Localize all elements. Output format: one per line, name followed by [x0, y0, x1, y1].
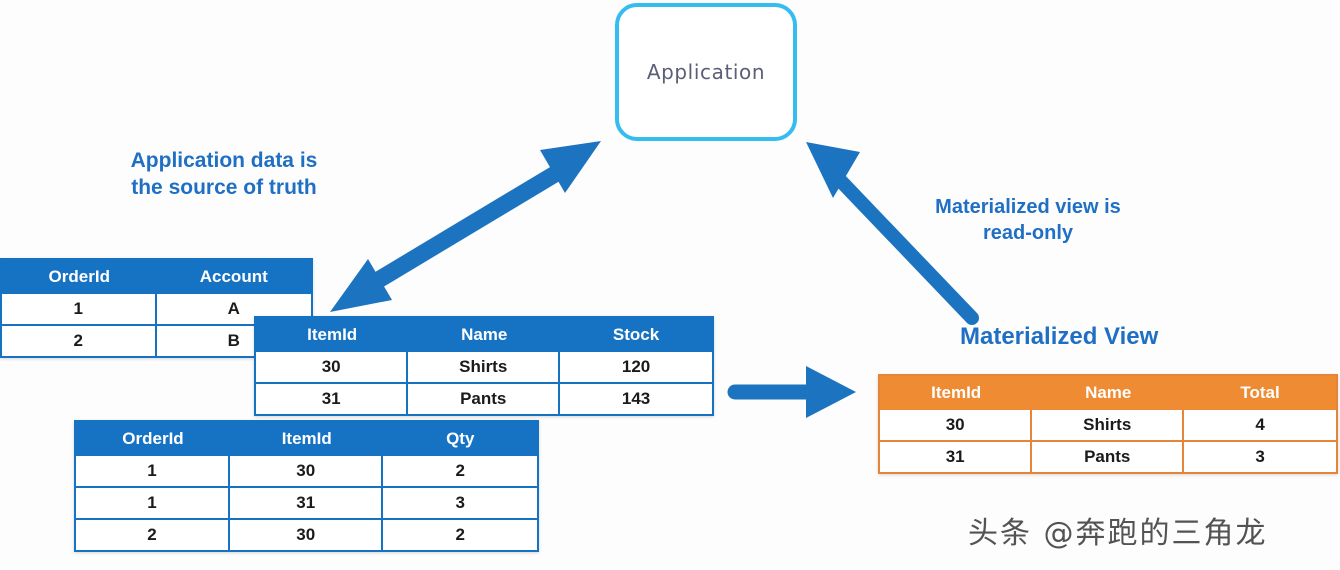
table-materialized-view-header-cell: Name — [1032, 376, 1185, 410]
table-items-header-cell: Stock — [560, 318, 712, 352]
table-cell: 31 — [229, 488, 384, 520]
table-cell: 1 — [76, 488, 230, 520]
table-materialized-view: ItemId Name Total 30 Shirts 4 31 Pants 3 — [878, 374, 1338, 474]
table-cell: 30 — [229, 520, 384, 550]
table-cell: 30 — [256, 352, 409, 384]
table-cell: 2 — [76, 520, 230, 550]
application-label: Application — [646, 60, 766, 84]
table-materialized-view-header-cell: Total — [1184, 376, 1336, 410]
table-orders-header-row: OrderId Account — [2, 260, 311, 294]
diagram-canvas: Application Application data is the sour… — [0, 0, 1340, 570]
arrow-app-to-source-tables — [330, 141, 601, 312]
table-cell: 3 — [1184, 442, 1336, 472]
table-row: 31 Pants 3 — [880, 442, 1336, 472]
caption-mv-read-only: Materialized view is read-only — [935, 196, 1121, 244]
table-cell: Pants — [408, 384, 561, 414]
table-cell: 120 — [560, 352, 712, 384]
table-orders-header-cell: OrderId — [2, 260, 157, 294]
table-cell: 3 — [383, 488, 537, 520]
table-cell: Shirts — [408, 352, 561, 384]
table-cell: 2 — [383, 520, 537, 550]
table-row: 31 Pants 143 — [256, 384, 712, 414]
table-cell: 30 — [229, 456, 384, 488]
table-row: 1 31 3 — [76, 488, 537, 520]
table-row: 2 30 2 — [76, 520, 537, 550]
table-items-header-cell: Name — [408, 318, 561, 352]
caption-materialized-view-title: Materialized View — [960, 323, 1159, 350]
table-cell: 143 — [560, 384, 712, 414]
table-cell: 30 — [880, 410, 1033, 442]
application-box: Application — [615, 3, 797, 141]
table-cell: 31 — [256, 384, 409, 414]
table-cell: Shirts — [1032, 410, 1185, 442]
table-cell: 4 — [1184, 410, 1336, 442]
table-cell: 31 — [880, 442, 1033, 472]
table-cell: 2 — [2, 326, 157, 356]
table-row: 1 30 2 — [76, 456, 537, 488]
table-order-items: OrderId ItemId Qty 1 30 2 1 31 3 2 30 2 — [74, 420, 539, 552]
table-cell: 1 — [76, 456, 230, 488]
table-order-items-header-cell: ItemId — [229, 422, 384, 456]
caption-app-source-of-truth: Application data is the source of truth — [130, 149, 318, 199]
table-row: 30 Shirts 4 — [880, 410, 1336, 442]
table-orders-header-cell: Account — [156, 260, 311, 294]
table-items-header-row: ItemId Name Stock — [256, 318, 712, 352]
table-row: 30 Shirts 120 — [256, 352, 712, 384]
arrow-source-to-mv — [727, 366, 856, 418]
table-order-items-header-row: OrderId ItemId Qty — [76, 422, 537, 456]
watermark: 头条 @奔跑的三角龙 — [968, 516, 1268, 551]
table-order-items-header-cell: Qty — [383, 422, 537, 456]
table-materialized-view-header-cell: ItemId — [880, 376, 1033, 410]
table-items-header-cell: ItemId — [256, 318, 409, 352]
table-cell: 2 — [383, 456, 537, 488]
table-cell: Pants — [1032, 442, 1185, 472]
table-materialized-view-header-row: ItemId Name Total — [880, 376, 1336, 410]
table-items: ItemId Name Stock 30 Shirts 120 31 Pants… — [254, 316, 714, 416]
table-order-items-header-cell: OrderId — [76, 422, 230, 456]
table-cell: 1 — [2, 294, 157, 326]
